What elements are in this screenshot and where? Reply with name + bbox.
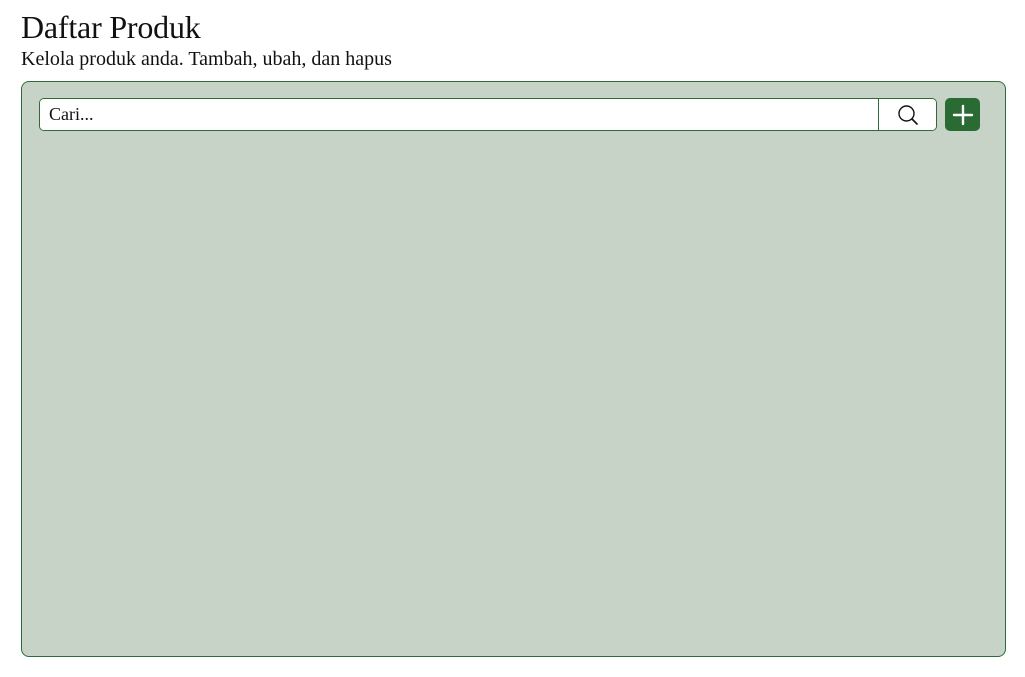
page: Daftar Produk Kelola produk anda. Tambah… [0, 0, 1025, 677]
page-title: Daftar Produk [21, 9, 201, 45]
page-subtitle: Kelola produk anda. Tambah, ubah, dan ha… [21, 48, 392, 70]
search-group [39, 98, 937, 131]
plus-icon [952, 104, 974, 126]
search-input[interactable] [40, 99, 878, 130]
search-icon [897, 104, 919, 126]
product-panel [21, 81, 1006, 657]
add-product-button[interactable] [945, 98, 980, 131]
search-button[interactable] [878, 99, 936, 130]
